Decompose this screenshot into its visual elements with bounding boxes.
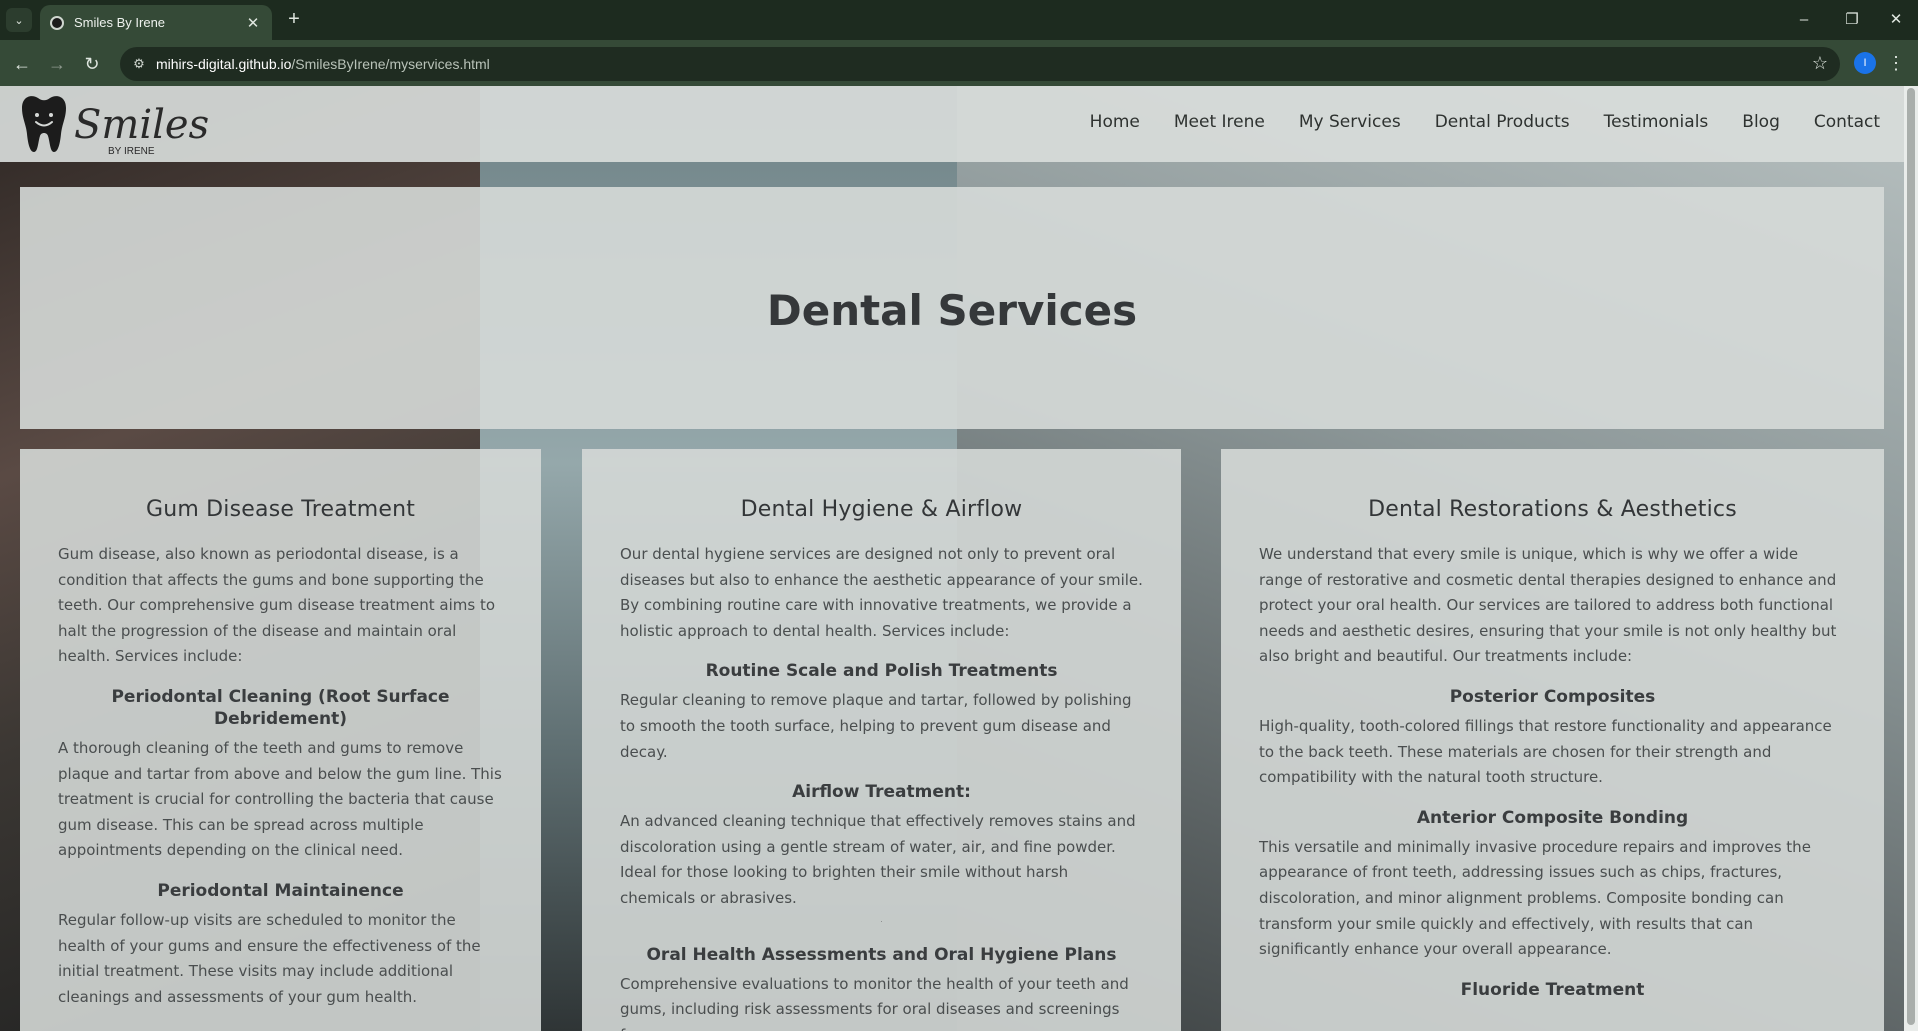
service-heading: Routine Scale and Polish Treatments <box>705 661 1058 682</box>
service-card-restorations: Dental Restorations & Aesthetics We unde… <box>1221 449 1884 1031</box>
browser-tab[interactable]: Smiles By Irene ✕ <box>40 5 272 40</box>
bookmark-star-icon[interactable]: ☆ <box>1812 53 1828 74</box>
nav-meet-irene[interactable]: Meet Irene <box>1157 112 1282 132</box>
service-heading: Airflow Treatment: <box>792 782 971 803</box>
url-text[interactable]: mihirs-digital.github.io/SmilesByIrene/m… <box>156 56 490 72</box>
logo-wordmark: Smiles <box>74 102 209 148</box>
scrollbar-thumb[interactable] <box>1907 88 1915 1025</box>
forward-icon[interactable]: → <box>45 52 69 76</box>
tab-title: Smiles By Irene <box>74 15 166 30</box>
nav-home[interactable]: Home <box>1073 112 1157 132</box>
card-intro: Our dental hygiene services are designed… <box>620 545 1143 640</box>
page-viewport: Smiles BY IRENE Home Meet Irene My Servi… <box>0 86 1918 1031</box>
service-text: Comprehensive evaluations to monitor the… <box>620 974 1129 1031</box>
nav-dental-products[interactable]: Dental Products <box>1418 112 1587 132</box>
minimize-icon[interactable]: – <box>1784 8 1824 32</box>
browser-toolbar: ← → ↻ ⚙ mihirs-digital.github.io/SmilesB… <box>0 40 1918 86</box>
new-tab-icon[interactable]: + <box>282 8 306 32</box>
site-favicon-icon <box>50 15 64 30</box>
service-text: Regular follow-up visits are scheduled t… <box>58 910 481 1006</box>
card-title: Dental Hygiene & Airflow <box>740 497 1023 522</box>
address-bar[interactable]: ⚙ mihirs-digital.github.io/SmilesByIrene… <box>120 47 1840 81</box>
tab-search-icon[interactable]: ⌄ <box>6 8 32 32</box>
hero-banner: Dental Services <box>20 187 1884 429</box>
browser-menu-icon[interactable]: ⋮ <box>1886 50 1906 76</box>
logo-subtext: BY IRENE <box>108 146 155 156</box>
service-text: This versatile and minimally invasive pr… <box>1259 837 1811 959</box>
card-intro: We understand that every smile is unique… <box>1259 545 1837 666</box>
card-intro: Gum disease, also known as periodontal d… <box>58 545 496 666</box>
site-header: Smiles BY IRENE Home Meet Irene My Servi… <box>0 86 1904 162</box>
nav-contact[interactable]: Contact <box>1797 112 1880 132</box>
divider-dot: · <box>880 916 883 926</box>
card-title: Dental Restorations & Aesthetics <box>1368 497 1737 522</box>
nav-blog[interactable]: Blog <box>1725 112 1797 132</box>
url-path: /SmilesByIrene/myservices.html <box>291 56 490 72</box>
tab-close-icon[interactable]: ✕ <box>244 14 262 32</box>
service-text: A thorough cleaning of the teeth and gum… <box>58 738 502 860</box>
service-heading: Oral Health Assessments and Oral Hygiene… <box>646 944 1117 965</box>
service-heading: Posterior Composites <box>1449 686 1656 707</box>
nav-my-services[interactable]: My Services <box>1282 112 1418 132</box>
service-card-gum-disease: Gum Disease Treatment Gum disease, also … <box>20 449 541 1031</box>
tooth-logo-icon <box>22 96 66 152</box>
browser-tab-strip: ⌄ Smiles By Irene ✕ + – ❐ ✕ <box>0 0 1918 40</box>
card-title: Gum Disease Treatment <box>145 497 416 522</box>
site-info-icon[interactable]: ⚙ <box>130 55 148 73</box>
service-heading: Anterior Composite Bonding <box>1416 807 1689 828</box>
service-text: High-quality, tooth-colored fillings tha… <box>1259 716 1832 787</box>
restore-icon[interactable]: ❐ <box>1832 8 1872 32</box>
service-heading: Periodontal Maintainence <box>157 880 404 901</box>
close-window-icon[interactable]: ✕ <box>1876 8 1916 32</box>
service-card-hygiene-airflow: Dental Hygiene & Airflow Our dental hygi… <box>582 449 1181 1031</box>
nav-testimonials[interactable]: Testimonials <box>1587 112 1726 132</box>
page-scrollbar[interactable] <box>1904 86 1918 1031</box>
reload-icon[interactable]: ↻ <box>80 52 104 76</box>
main-nav: Home Meet Irene My Services Dental Produ… <box>1073 112 1880 132</box>
url-host: mihirs-digital.github.io <box>156 56 292 72</box>
service-heading: Periodontal Cleaning (Root Surface Debri… <box>111 686 450 729</box>
service-text: Regular cleaning to remove plaque and ta… <box>620 691 1132 761</box>
profile-avatar[interactable]: I <box>1854 52 1876 74</box>
service-text: An advanced cleaning technique that effe… <box>620 812 1136 907</box>
back-icon[interactable]: ← <box>10 52 34 76</box>
smiles-logo[interactable]: Smiles BY IRENE <box>16 92 222 156</box>
page-title: Dental Services <box>766 285 1138 335</box>
service-heading: Fluoride Treatment <box>1460 979 1645 1000</box>
